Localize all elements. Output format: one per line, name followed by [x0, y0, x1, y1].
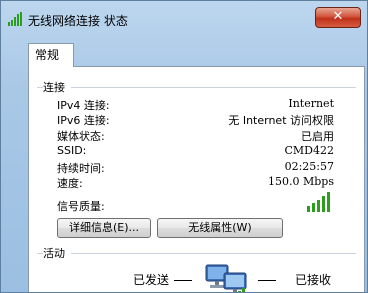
activity-group-line — [37, 253, 356, 254]
ipv4-value: Internet — [288, 97, 334, 110]
received-label: 已接收 — [295, 273, 332, 287]
connection-group-label: 连接 — [43, 79, 71, 95]
ipv4-label: IPv4 连接: — [57, 99, 110, 112]
duration-value: 02:25:57 — [284, 160, 334, 173]
window-title: 无线网络连接 状态 — [28, 14, 128, 28]
tab-general[interactable]: 常规 — [28, 43, 74, 67]
status-dialog: 无线网络连接 状态 ✕ 常规 连接 IPv4 连接: Internet IPv6… — [0, 0, 368, 293]
details-button[interactable]: 详细信息(E)... — [57, 218, 151, 238]
sent-dash — [174, 280, 192, 281]
ssid-value: CMD422 — [284, 144, 335, 157]
wireless-properties-button[interactable]: 无线属性(W) — [157, 218, 283, 238]
signal-strength-icon — [307, 192, 330, 212]
received-dash — [258, 280, 276, 281]
media-state-value: 已启用 — [301, 130, 334, 143]
media-state-label: 媒体状态: — [57, 130, 105, 143]
signal-quality-label: 信号质量: — [57, 200, 105, 213]
general-panel: 连接 IPv4 连接: Internet IPv6 连接: 无 Internet… — [28, 66, 365, 292]
sent-label: 已发送 — [133, 273, 170, 287]
ipv6-value: 无 Internet 访问权限 — [228, 114, 334, 127]
ipv6-label: IPv6 连接: — [57, 114, 110, 127]
speed-label: 速度: — [57, 177, 83, 190]
close-icon: ✕ — [332, 9, 344, 24]
activity-group-label: 活动 — [43, 245, 71, 261]
connection-group-line — [37, 87, 356, 88]
wireless-signal-icon — [8, 12, 22, 26]
title-bar[interactable]: 无线网络连接 状态 ✕ — [1, 1, 367, 35]
speed-value: 150.0 Mbps — [268, 175, 334, 188]
close-button[interactable]: ✕ — [315, 7, 361, 28]
network-computers-icon — [205, 264, 247, 292]
duration-label: 持续时间: — [57, 162, 105, 175]
ssid-label: SSID: — [57, 144, 87, 157]
